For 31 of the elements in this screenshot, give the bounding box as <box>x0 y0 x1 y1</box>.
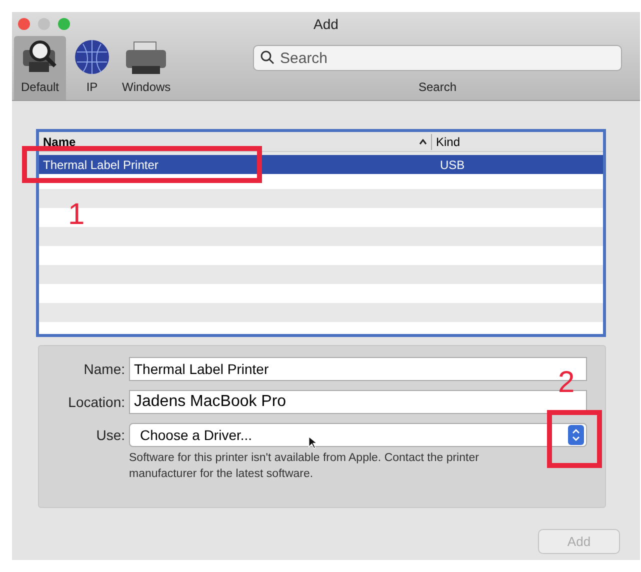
table-row[interactable]: Thermal Label Printer USB <box>39 155 603 174</box>
driver-note: Software for this printer isn't available from Apple. Contact the printer manufacturer for the latest software. <box>129 451 480 482</box>
close-button[interactable] <box>18 18 30 30</box>
field-label: Location: <box>67 394 125 410</box>
field-label: Name: <box>82 361 125 377</box>
tab-label: IP <box>86 80 98 94</box>
driver-popup[interactable]: Choose a Driver... <box>129 423 587 447</box>
window-title: Add <box>314 16 338 32</box>
column-header[interactable]: Name <box>39 132 431 151</box>
toolbar-tab[interactable]: Default <box>14 36 66 100</box>
popup-value: Choose a Driver... <box>140 427 252 443</box>
field-label: Use: <box>95 427 125 443</box>
sort-caret-icon <box>419 138 427 144</box>
highlight-frame <box>547 410 602 468</box>
step-number: 1 <box>68 200 85 230</box>
minimize-button[interactable] <box>38 18 50 30</box>
table-cell-text: Thermal Label Printer <box>42 158 160 172</box>
zoom-button[interactable] <box>58 18 70 30</box>
printer-icon <box>124 40 168 76</box>
table-cell-text: USB <box>439 158 465 172</box>
search-field[interactable]: Search <box>253 45 622 71</box>
toolbar-tab[interactable]: IP <box>66 36 118 100</box>
search-icon <box>260 50 275 65</box>
tab-label: Windows <box>122 80 171 94</box>
search-label: Search <box>418 80 457 94</box>
stepper-icon <box>568 425 584 445</box>
globe-icon <box>73 38 111 76</box>
cursor-icon <box>308 436 317 449</box>
tab-label: Default <box>20 80 60 94</box>
column-header[interactable]: Kind <box>432 132 603 151</box>
toolbar-tab[interactable]: Windows <box>118 36 175 100</box>
